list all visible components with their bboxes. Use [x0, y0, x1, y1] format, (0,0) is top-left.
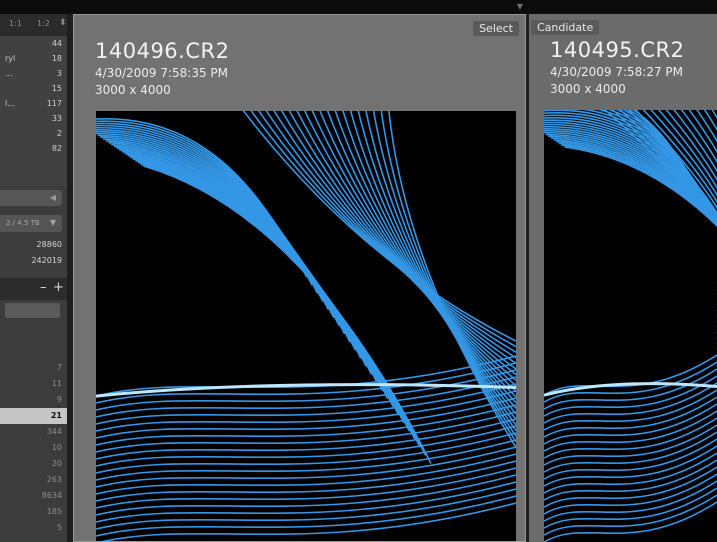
drive-volume-select[interactable]: 2 / 4.5 TB ▼: [0, 215, 62, 232]
catalog-stat-row: 28860: [36, 240, 62, 249]
collection-item[interactable]: 7: [0, 360, 67, 376]
light-trail-image: [544, 110, 717, 542]
folder-item[interactable]: 2: [0, 126, 67, 142]
collection-item[interactable]: 9: [0, 392, 67, 408]
folder-item[interactable]: ryl 18: [0, 51, 67, 67]
candidate-filename: 140495.CR2: [550, 38, 685, 62]
select-dimensions: 3000 x 4000: [95, 83, 171, 97]
folder-item[interactable]: 82: [0, 141, 67, 157]
select-capture-date: 4/30/2009 7:58:35 PM: [95, 66, 229, 80]
folder-item[interactable]: 44: [0, 36, 67, 52]
collection-item[interactable]: 5: [0, 520, 67, 536]
light-trail-image: [96, 111, 516, 541]
collection-item[interactable]: 185: [0, 504, 67, 520]
folder-item[interactable]: ... 3: [0, 66, 67, 82]
select-tag: Select: [473, 21, 519, 36]
left-panel: 1:1 1:2 ⬍ 44 ryl 18 ... 3 15 l... 117 33 2 …: [0, 14, 67, 542]
zoom-stepper-icon[interactable]: ⬍: [59, 18, 67, 28]
add-collection-button[interactable]: +: [53, 280, 64, 295]
candidate-photo[interactable]: [544, 110, 717, 542]
catalog-stat-row: 242019: [31, 256, 62, 265]
collapse-button[interactable]: ◀: [0, 190, 62, 206]
folder-item[interactable]: 33: [0, 111, 67, 127]
compare-view: Select 140496.CR2 4/30/2009 7:58:35 PM 3…: [67, 14, 717, 542]
folders-list: 44 ryl 18 ... 3 15 l... 117 33 2 82: [0, 36, 67, 186]
collection-item[interactable]: 8634: [0, 488, 67, 504]
select-photo[interactable]: [96, 111, 516, 541]
candidate-pane[interactable]: Candidate 140495.CR2 4/30/2009 7:58:27 P…: [529, 14, 717, 542]
collection-item[interactable]: 11: [0, 376, 67, 392]
panel-toggle-arrow-icon[interactable]: ▼: [513, 2, 527, 12]
collection-item[interactable]: 10: [0, 440, 67, 456]
zoom-1-2-option[interactable]: 1:2: [37, 19, 50, 28]
candidate-dimensions: 3000 x 4000: [550, 82, 626, 96]
candidate-tag: Candidate: [531, 20, 600, 35]
dropdown-caret-icon: ▼: [49, 218, 56, 227]
select-pane[interactable]: Select 140496.CR2 4/30/2009 7:58:35 PM 3…: [73, 14, 526, 542]
select-filename: 140496.CR2: [95, 39, 230, 63]
collections-header: – +: [0, 278, 67, 300]
top-bar: ▼: [0, 0, 717, 14]
left-triangle-icon: ◀: [49, 193, 56, 202]
drive-volume-label: 2 / 4.5 TB: [6, 219, 40, 227]
collection-item[interactable]: 263: [0, 472, 67, 488]
remove-collection-button[interactable]: –: [40, 280, 47, 295]
collection-item-selected[interactable]: 21: [0, 408, 67, 424]
collection-item[interactable]: 344: [0, 424, 67, 440]
collection-item[interactable]: 20: [0, 456, 67, 472]
navigator-zoom-bar: 1:1 1:2 ⬍: [0, 14, 67, 36]
folder-item[interactable]: 15: [0, 81, 67, 97]
collection-filter-field[interactable]: [5, 303, 60, 318]
candidate-capture-date: 4/30/2009 7:58:27 PM: [550, 65, 684, 79]
folder-item[interactable]: l... 117: [0, 96, 67, 112]
zoom-1-1-option[interactable]: 1:1: [9, 19, 22, 28]
